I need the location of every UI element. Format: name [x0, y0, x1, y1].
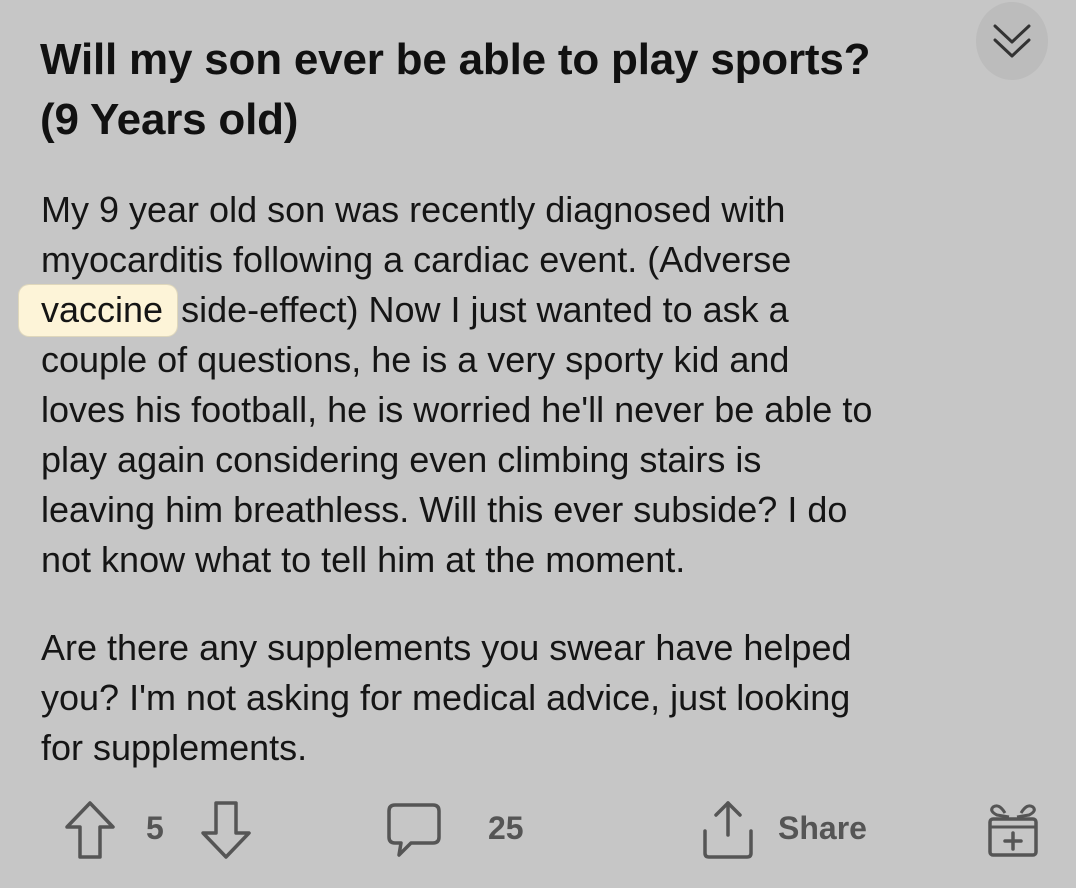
- post-title-line: Will my son ever be able to play sports?: [40, 35, 871, 84]
- text-fragment: side-effect) Now I just wanted to ask a: [171, 289, 789, 330]
- text-line: loves his football, he is worried he'll …: [41, 389, 873, 430]
- text-line: play again considering even climbing sta…: [41, 439, 762, 480]
- award-button[interactable]: [984, 798, 1042, 862]
- highlighted-word[interactable]: vaccine: [19, 285, 178, 336]
- post-body: My 9 year old son was recently diagnosed…: [19, 185, 1051, 773]
- post-paragraph: Are there any supplements you swear have…: [41, 623, 1051, 773]
- share-label[interactable]: Share: [778, 808, 867, 848]
- post-header: Will my son ever be able to play sports?…: [40, 30, 1040, 150]
- text-line: vaccine side-effect) Now I just wanted t…: [19, 285, 1051, 336]
- vote-count: 5: [146, 810, 164, 846]
- arrow-down-icon: [201, 801, 251, 859]
- comment-count: 25: [488, 810, 524, 846]
- comment-bubble-icon: [387, 803, 441, 857]
- post-action-bar: 5 25 Share: [0, 790, 1076, 870]
- text-line: Are there any supplements you swear have…: [41, 627, 852, 668]
- text-line: myocarditis following a cardiac event. (…: [41, 239, 792, 280]
- upvote-button[interactable]: [62, 798, 118, 862]
- text-line: couple of questions, he is a very sporty…: [41, 339, 790, 380]
- text-line: you? I'm not asking for medical advice, …: [41, 677, 851, 718]
- post-title: Will my son ever be able to play sports?…: [40, 30, 1040, 150]
- text-line: not know what to tell him at the moment.: [41, 539, 686, 580]
- double-chevron-down-icon: [993, 24, 1031, 58]
- gift-icon: [988, 804, 1038, 857]
- collapse-button[interactable]: [976, 2, 1048, 80]
- text-line: for supplements.: [41, 727, 308, 768]
- arrow-up-icon: [65, 801, 115, 859]
- share-icon: [703, 801, 753, 859]
- share-button[interactable]: [698, 796, 758, 862]
- downvote-button[interactable]: [198, 798, 254, 862]
- post-title-line: (9 Years old): [40, 95, 299, 144]
- text-line: My 9 year old son was recently diagnosed…: [41, 189, 786, 230]
- post-paragraph: My 9 year old son was recently diagnosed…: [19, 185, 1051, 585]
- text-line: leaving him breathless. Will this ever s…: [41, 489, 848, 530]
- comments-button[interactable]: [384, 798, 444, 862]
